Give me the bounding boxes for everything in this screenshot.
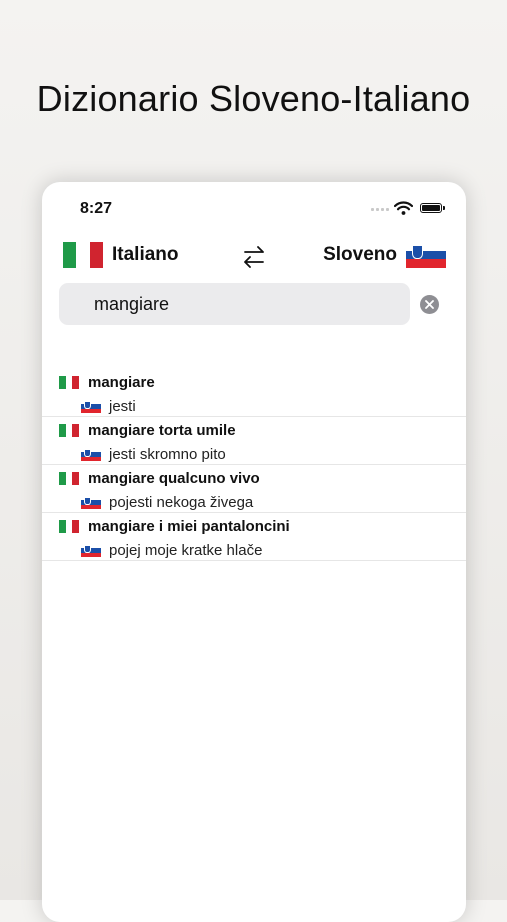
battery-icon <box>420 203 445 213</box>
cellular-signal-icon <box>371 208 389 211</box>
swap-arrows-icon[interactable] <box>241 244 267 270</box>
translation-term: jesti skromno pito <box>109 446 226 463</box>
source-language-button[interactable]: Italiano <box>63 242 179 268</box>
target-language-label: Sloveno <box>323 244 397 265</box>
translation-term: pojej moje kratke hlače <box>109 542 263 559</box>
source-term: mangiare i miei pantaloncini <box>88 518 290 535</box>
source-term: mangiare qualcuno vivo <box>88 470 260 487</box>
source-term: mangiare <box>88 374 155 391</box>
page-headline: Dizionario Sloveno-Italiano <box>36 78 471 119</box>
translation-term: jesti <box>109 398 136 415</box>
source-language-label: Italiano <box>112 244 179 265</box>
clear-search-button[interactable] <box>420 295 439 314</box>
slovenia-flag-icon <box>81 544 101 557</box>
italy-flag-icon <box>63 242 103 268</box>
translation-term: pojesti nekoga živega <box>109 494 254 511</box>
list-item[interactable]: mangiare i miei pantaloncini pojej moje … <box>42 513 466 561</box>
phone-screen: 8:27 Italiano Sloveno mangiare mangiare … <box>42 182 466 922</box>
slovenia-flag-icon <box>81 400 101 413</box>
status-bar: 8:27 <box>42 182 466 226</box>
slovenia-flag-icon <box>81 448 101 461</box>
italy-flag-icon <box>59 520 80 533</box>
slovenia-flag-icon <box>406 242 446 269</box>
search-input[interactable]: mangiare <box>59 283 410 325</box>
wifi-icon <box>394 201 413 215</box>
list-item[interactable]: mangiare jesti <box>42 369 466 417</box>
target-language-button[interactable]: Sloveno <box>323 242 446 269</box>
results-list: mangiare jesti mangiare torta umile jest… <box>42 369 466 561</box>
italy-flag-icon <box>59 376 80 389</box>
slovenia-flag-icon <box>81 496 101 509</box>
list-item[interactable]: mangiare qualcuno vivo pojesti nekoga ži… <box>42 465 466 513</box>
clear-x-icon <box>425 300 434 309</box>
search-row: mangiare <box>59 283 449 325</box>
language-bar: Italiano Sloveno <box>42 242 466 274</box>
italy-flag-icon <box>59 472 80 485</box>
source-term: mangiare torta umile <box>88 422 236 439</box>
italy-flag-icon <box>59 424 80 437</box>
list-item[interactable]: mangiare torta umile jesti skromno pito <box>42 417 466 465</box>
status-time: 8:27 <box>80 200 113 217</box>
search-input-value[interactable]: mangiare <box>94 294 169 315</box>
